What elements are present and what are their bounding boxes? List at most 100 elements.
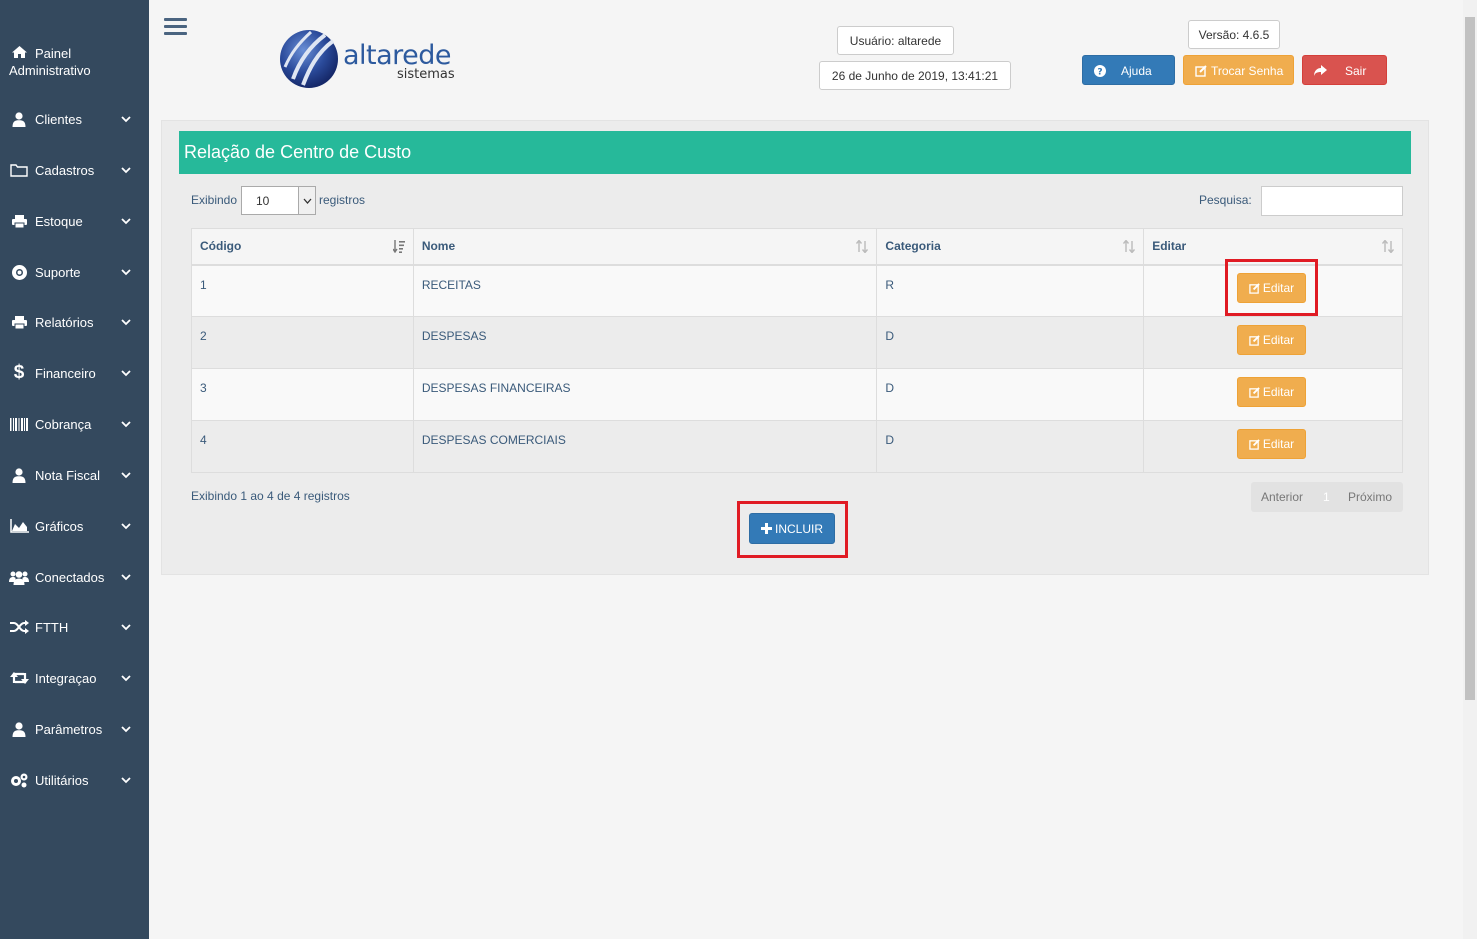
pagination-prev[interactable]: Anterior	[1261, 490, 1303, 504]
menu-toggle-icon[interactable]	[164, 18, 187, 38]
column-label: Editar	[1152, 239, 1187, 254]
sidebar-item-label: Conectados	[35, 569, 105, 585]
chevron-down-icon	[121, 675, 131, 682]
logo-globe-icon	[280, 30, 338, 88]
share-icon	[1314, 65, 1327, 76]
cost-center-table: Código Nome Categoria Editar 1 RECEITAS …	[191, 228, 1403, 473]
sort-icon	[1123, 240, 1136, 253]
column-header-codigo[interactable]: Código	[191, 228, 414, 266]
sidebar-item-label: Parâmetros	[35, 721, 103, 737]
sidebar-item-label: Administrativo	[9, 63, 91, 78]
sidebar-item-cobranca[interactable]: Cobrança	[0, 404, 149, 444]
chevron-down-icon	[121, 218, 131, 225]
pagination-next[interactable]: Próximo	[1348, 490, 1392, 504]
sidebar-item-suporte[interactable]: Suporte	[0, 252, 149, 292]
retweet-icon	[9, 670, 29, 686]
sort-icon	[1382, 240, 1394, 253]
edit-button-label: Editar	[1262, 437, 1295, 451]
sidebar-item-label: Estoque	[35, 213, 83, 229]
chevron-down-icon	[121, 370, 131, 377]
edit-button[interactable]: Editar	[1237, 377, 1306, 407]
scrollbar-thumb[interactable]	[1465, 17, 1475, 700]
page-length-value: 10	[256, 193, 270, 208]
question-circle-icon: ?	[1094, 65, 1106, 77]
sidebar-item-label: Nota Fiscal	[35, 467, 101, 483]
sidebar-item-cadastros[interactable]: Cadastros	[0, 150, 149, 190]
column-label: Categoria	[885, 239, 941, 254]
page-length-select[interactable]: 10	[241, 186, 316, 215]
area-chart-icon	[9, 518, 29, 534]
sidebar-item-nota-fiscal[interactable]: Nota Fiscal	[0, 455, 149, 495]
edit-button-label: Editar	[1262, 385, 1295, 399]
printer-icon	[9, 213, 29, 229]
column-label: Nome	[421, 239, 456, 254]
cell-categoria: R	[876, 264, 1145, 317]
sidebar-item-estoque[interactable]: Estoque	[0, 201, 149, 241]
chevron-down-icon	[298, 187, 315, 214]
chevron-down-icon	[121, 269, 131, 276]
chevron-down-icon	[121, 319, 131, 326]
panel-title: Relação de Centro de Custo	[179, 131, 1411, 174]
edit-button[interactable]: Editar	[1237, 429, 1306, 459]
edit-button[interactable]: Editar	[1237, 325, 1306, 355]
chevron-down-icon	[121, 421, 131, 428]
sidebar-item-relatorios[interactable]: Relatórios	[0, 302, 149, 342]
cell-nome: DESPESAS COMERCIAIS	[412, 420, 878, 473]
highlight-box	[1225, 259, 1318, 316]
edit-icon	[1249, 438, 1260, 450]
sidebar-item-graficos[interactable]: Gráficos	[0, 506, 149, 546]
cell-categoria: D	[876, 420, 1145, 473]
user-icon	[9, 111, 29, 127]
search-label: Pesquisa:	[1199, 193, 1252, 207]
cell-codigo: 4	[191, 420, 414, 473]
user-icon	[9, 721, 29, 737]
chevron-down-icon	[121, 116, 131, 123]
table-row: 1 RECEITAS R	[191, 264, 1403, 317]
chevron-down-icon	[121, 167, 131, 174]
sort-icon	[856, 240, 869, 253]
sidebar-item-label: Financeiro	[35, 365, 96, 381]
logout-label: Sair	[1345, 64, 1367, 78]
cell-codigo: 3	[191, 368, 414, 421]
pagination-page[interactable]: 1	[1323, 490, 1330, 504]
search-input[interactable]	[1261, 186, 1403, 216]
table-row: 4 DESPESAS COMERCIAIS D	[191, 420, 1403, 473]
column-label: Código	[200, 239, 242, 254]
printer-icon	[9, 314, 29, 330]
user-icon	[9, 467, 29, 483]
column-header-categoria[interactable]: Categoria	[876, 228, 1145, 266]
logout-button[interactable]: Sair	[1302, 55, 1387, 85]
users-icon	[9, 569, 29, 585]
user-label: Usuário: altarede	[837, 26, 954, 55]
sidebar-item-parametros[interactable]: Parâmetros	[0, 709, 149, 749]
sidebar-item-label: FTTH	[35, 619, 69, 635]
sidebar-item-clientes[interactable]: Clientes	[0, 99, 149, 139]
chevron-down-icon	[121, 574, 131, 581]
chevron-down-icon	[121, 523, 131, 530]
sidebar-item-label: Cadastros	[35, 162, 95, 178]
sidebar-item-utilitarios[interactable]: Utilitários	[0, 760, 149, 800]
sidebar-item-financeiro[interactable]: $ Financeiro	[0, 353, 149, 393]
table-row: 3 DESPESAS FINANCEIRAS D	[191, 368, 1403, 421]
random-icon	[9, 619, 29, 635]
column-header-nome[interactable]: Nome	[412, 228, 878, 266]
cell-codigo: 2	[191, 316, 414, 369]
highlight-box	[737, 501, 848, 558]
sidebar-item-integracao[interactable]: Integraçao	[0, 658, 149, 698]
change-password-button[interactable]: Trocar Senha	[1183, 55, 1294, 85]
help-button[interactable]: ? Ajuda	[1082, 55, 1175, 85]
sidebar-item-ftth[interactable]: FTTH	[0, 607, 149, 647]
sidebar-item-label: Integraçao	[35, 670, 97, 686]
sidebar-item-conectados[interactable]: Conectados	[0, 557, 149, 597]
length-prefix: Exibindo	[191, 193, 238, 207]
cell-categoria: D	[876, 368, 1145, 421]
sidebar-item-label: Suporte	[35, 264, 81, 280]
cell-nome: DESPESAS FINANCEIRAS	[412, 368, 878, 421]
sort-asc-icon	[392, 240, 405, 253]
edit-icon	[1249, 334, 1260, 346]
cell-categoria: D	[876, 316, 1145, 369]
edit-icon	[1249, 386, 1260, 398]
sidebar-item-painel-administrativo[interactable]: Painel Administrativo	[0, 36, 149, 84]
scrollbar[interactable]	[1463, 0, 1477, 939]
dollar-icon: $	[13, 362, 25, 383]
